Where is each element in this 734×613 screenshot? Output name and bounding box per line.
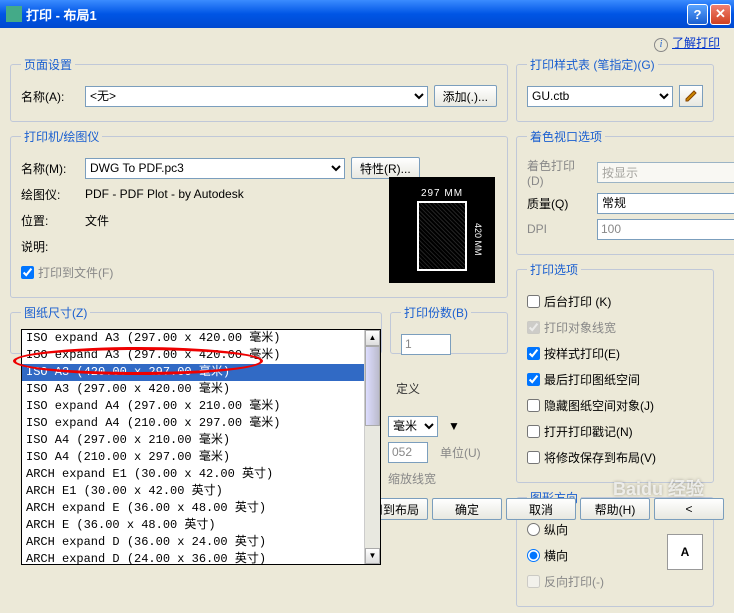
- page-setup-group: 页面设置 名称(A): <无> 添加(.)...: [10, 56, 508, 122]
- unit-select[interactable]: 毫米: [388, 416, 438, 437]
- bg-print-checkbox[interactable]: [527, 295, 540, 308]
- paper-size-option[interactable]: ISO expand A3 (297.00 x 420.00 毫米): [22, 347, 380, 364]
- printer-props-button[interactable]: 特性(R)...: [351, 157, 420, 179]
- paper-size-option[interactable]: ARCH expand E1 (30.00 x 42.00 英寸): [22, 466, 380, 483]
- quality-label: 质量(Q): [527, 195, 591, 212]
- pencil-icon: [684, 89, 698, 103]
- app-icon: [6, 6, 22, 22]
- shade-group: 着色视口选项 着色打印(D) 按显示 质量(Q) 常规 DPI: [516, 128, 734, 255]
- page-setup-legend: 页面设置: [21, 56, 75, 73]
- unit-value: [388, 442, 428, 463]
- pagesetup-name-label: 名称(A):: [21, 88, 79, 105]
- printer-group: 打印机/绘图仪 名称(M): DWG To PDF.pc3 特性(R)... 绘…: [10, 128, 508, 298]
- landscape-radio[interactable]: [527, 549, 540, 562]
- location-label: 位置:: [21, 212, 79, 229]
- paper-size-option[interactable]: ARCH expand E (36.00 x 48.00 英寸): [22, 500, 380, 517]
- window-title: 打印 - 布局1: [26, 5, 685, 24]
- help-button[interactable]: ?: [687, 4, 708, 25]
- close-button[interactable]: ✕: [710, 4, 731, 25]
- last-checkbox[interactable]: [527, 373, 540, 386]
- ok-button[interactable]: 确定: [432, 498, 502, 520]
- scale-obscured: 定义 毫米▼ 单位(U) 缩放线宽: [388, 378, 508, 493]
- plot-style-legend: 打印样式表 (笔指定)(G): [527, 56, 658, 73]
- desc-label: 说明:: [21, 238, 79, 255]
- paper-size-dropdown[interactable]: ISO expand A3 (297.00 x 420.00 毫米)ISO ex…: [21, 329, 381, 565]
- paper-size-legend: 图纸尺寸(Z): [21, 304, 90, 321]
- cancel-button[interactable]: 取消: [506, 498, 576, 520]
- paper-preview: 297 MM 420 MM: [389, 177, 495, 283]
- print-to-file-checkbox[interactable]: [21, 266, 34, 279]
- scroll-thumb[interactable]: [365, 346, 380, 426]
- learn-link[interactable]: i了解打印: [654, 34, 720, 52]
- bottom-buttons: 应用到布局 确定 取消 帮助(H) <: [350, 498, 724, 520]
- scroll-up-icon[interactable]: ▲: [365, 330, 380, 346]
- info-icon: i: [654, 38, 668, 52]
- print-to-file-label: 打印到文件(F): [38, 264, 113, 281]
- paper-size-option[interactable]: ISO A3 (297.00 x 420.00 毫米): [22, 381, 380, 398]
- stamp-checkbox[interactable]: [527, 425, 540, 438]
- location-value: 文件: [85, 212, 109, 229]
- reverse-checkbox: [527, 575, 540, 588]
- plot-style-group: 打印样式表 (笔指定)(G) GU.ctb: [516, 56, 714, 122]
- paper-size-option[interactable]: ISO A3 (420.00 x 297.00 毫米): [22, 364, 380, 381]
- paper-size-option[interactable]: ISO expand A3 (297.00 x 420.00 毫米): [22, 330, 380, 347]
- copies-legend: 打印份数(B): [401, 304, 471, 321]
- plot-style-select[interactable]: GU.ctb: [527, 86, 673, 107]
- dpi-input: [597, 219, 734, 240]
- paper-size-group: 图纸尺寸(Z) ISO expand A3 (297.00 x 420.00 毫…: [10, 304, 382, 354]
- shade-legend: 着色视口选项: [527, 128, 605, 145]
- scrollbar[interactable]: ▲ ▼: [364, 330, 380, 564]
- edit-style-button[interactable]: [679, 85, 703, 107]
- plotter-value: PDF - PDF Plot - by Autodesk: [85, 187, 244, 201]
- printer-name-label: 名称(M):: [21, 160, 79, 177]
- titlebar: 打印 - 布局1 ? ✕: [0, 0, 734, 28]
- plotter-label: 绘图仪:: [21, 186, 79, 203]
- paper-size-option[interactable]: ISO expand A4 (210.00 x 297.00 毫米): [22, 415, 380, 432]
- paper-size-option[interactable]: ARCH expand D (24.00 x 36.00 英寸): [22, 551, 380, 565]
- style-checkbox[interactable]: [527, 347, 540, 360]
- copies-input[interactable]: [401, 334, 451, 355]
- quality-select[interactable]: 常规: [597, 193, 734, 214]
- printer-legend: 打印机/绘图仪: [21, 128, 102, 145]
- hide-checkbox[interactable]: [527, 399, 540, 412]
- help-button-bottom[interactable]: 帮助(H): [580, 498, 650, 520]
- copies-group: 打印份数(B): [390, 304, 508, 354]
- options-group: 打印选项 后台打印 (K) 打印对象线宽 按样式打印(E) 最后打印图纸空间 隐…: [516, 261, 714, 483]
- paper-size-option[interactable]: ISO expand A4 (297.00 x 210.00 毫米): [22, 398, 380, 415]
- save-checkbox[interactable]: [527, 451, 540, 464]
- paper-size-option[interactable]: ARCH expand D (36.00 x 24.00 英寸): [22, 534, 380, 551]
- paper-size-option[interactable]: ISO A4 (210.00 x 297.00 毫米): [22, 449, 380, 466]
- paper-size-option[interactable]: ARCH E1 (30.00 x 42.00 英寸): [22, 483, 380, 500]
- portrait-radio[interactable]: [527, 523, 540, 536]
- dpi-label: DPI: [527, 222, 591, 236]
- paper-size-option[interactable]: ISO A4 (297.00 x 210.00 毫米): [22, 432, 380, 449]
- shade-plot-label: 着色打印(D): [527, 157, 591, 188]
- shade-plot-select[interactable]: 按显示: [597, 162, 734, 183]
- orientation-icon: A: [667, 534, 703, 570]
- printer-name-select[interactable]: DWG To PDF.pc3: [85, 158, 345, 179]
- collapse-button[interactable]: <: [654, 498, 724, 520]
- add-pagesetup-button[interactable]: 添加(.)...: [434, 85, 497, 107]
- lw-checkbox: [527, 321, 540, 334]
- pagesetup-name-select[interactable]: <无>: [85, 86, 428, 107]
- scroll-down-icon[interactable]: ▼: [365, 548, 380, 564]
- options-legend: 打印选项: [527, 261, 581, 278]
